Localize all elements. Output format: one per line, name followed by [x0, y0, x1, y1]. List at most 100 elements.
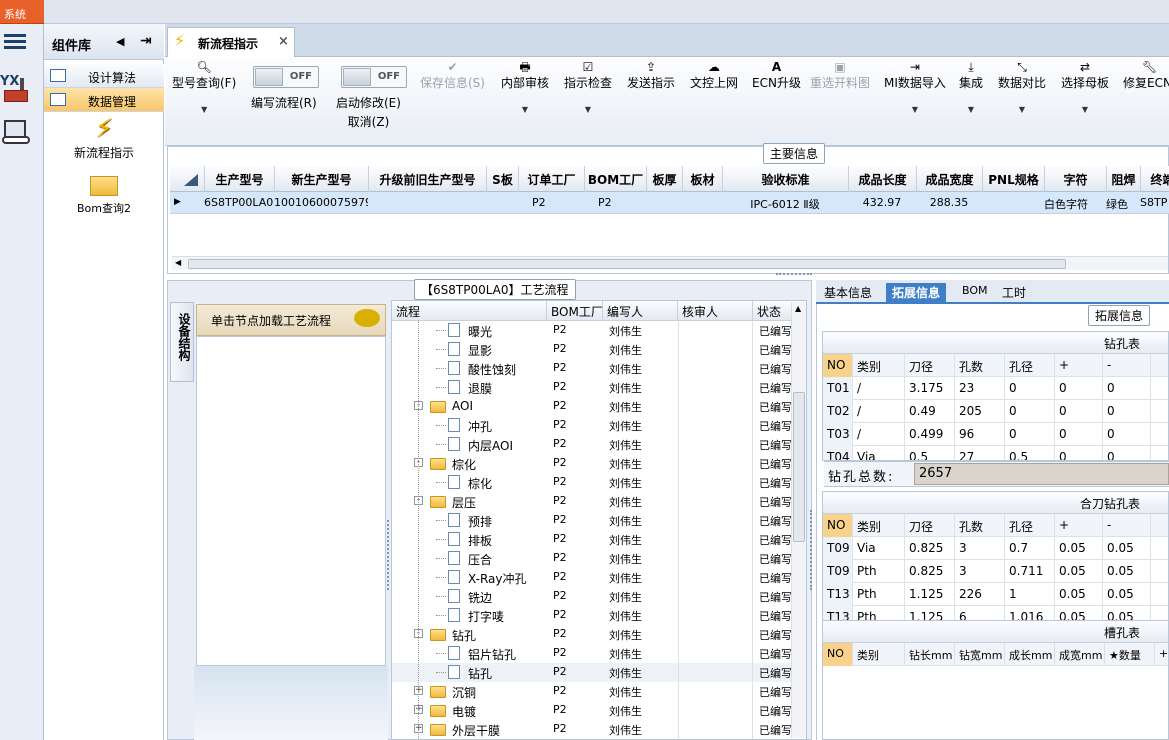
reopen-drawing-button[interactable]: ▣ 重选开料图 — [810, 60, 870, 91]
column-header[interactable]: 字符 — [1045, 166, 1107, 192]
pin-icon[interactable]: ⇥ — [140, 33, 152, 49]
column-header[interactable]: - — [1103, 514, 1151, 537]
column-header[interactable]: 成长mm — [1005, 643, 1055, 666]
tab-close-icon[interactable]: × — [278, 34, 289, 49]
column-header[interactable]: PNL规格 — [983, 166, 1045, 192]
tile-new-flow[interactable]: ⚡ 新流程指示 — [44, 114, 164, 170]
column-header[interactable]: 编写人 — [603, 301, 678, 321]
table-row[interactable]: T09 Pth 0.825 3 0.711 0.05 0.05 — [823, 560, 1168, 583]
table-row[interactable]: T04 Via 0.5 27 0.5 0 0 — [823, 446, 1168, 460]
table-row[interactable]: T03/0.499 96 0 0 0 — [823, 423, 1168, 446]
tree-node[interactable]: 排板 P2 刘伟生 已编写 — [392, 530, 792, 549]
table-row[interactable]: ▶ 6S8TP00LA0 10010600075979 P2 P2 IPC-6012 Ⅱ… — [170, 192, 1169, 214]
table-row[interactable]: T09 Via 0.825 3 0.7 0.05 0.05 — [823, 537, 1168, 560]
vertical-scrollbar[interactable]: ▲ — [791, 302, 806, 738]
column-header[interactable]: 孔径 — [1005, 354, 1055, 377]
table-row[interactable]: T13 Pth 1.125 6 1.016 0.05 0.05 — [823, 606, 1168, 620]
tree-node[interactable]: 曝光 P2 刘伟生 已编写 — [392, 321, 792, 340]
tree-node[interactable]: 显影 P2 刘伟生 已编写 — [392, 340, 792, 359]
tree-node[interactable]: 压合 P2 刘伟生 已编写 — [392, 549, 792, 568]
column-header[interactable]: + — [1055, 354, 1103, 377]
tile-bom-query[interactable]: Bom查询2 — [44, 172, 164, 222]
table-row[interactable]: T02/0.49 205 0 0 0 — [823, 400, 1168, 423]
column-header[interactable]: 类别 — [853, 643, 905, 666]
tree-node[interactable]: 铝片钻孔 P2 刘伟生 已编写 — [392, 644, 792, 663]
column-header[interactable]: BOM工厂 — [547, 301, 603, 321]
column-header[interactable]: 订单工厂 — [519, 166, 585, 192]
scrollbar-thumb[interactable] — [793, 392, 805, 542]
tree-node[interactable]: 棕化 P2 刘伟生 已编写 — [392, 473, 792, 492]
table-row[interactable]: T13 Pth 1.125 226 1 0.05 0.05 — [823, 583, 1168, 606]
column-header[interactable]: 终端客 — [1141, 166, 1169, 192]
column-header[interactable]: 钻长mm — [905, 643, 955, 666]
select-motherboard-button[interactable]: ⇄ 选择母板 ▼ — [1061, 60, 1109, 114]
column-header[interactable]: 升级前旧生产型号 — [369, 166, 487, 192]
column-header[interactable]: 钻宽mm — [955, 643, 1005, 666]
tab-new-flow[interactable]: ⚡ 新流程指示 × — [167, 27, 295, 57]
doc-upload-button[interactable]: ☁ 文控上网 — [690, 60, 738, 91]
column-header[interactable]: 成品宽度 — [917, 166, 983, 192]
column-header[interactable]: 成宽mm — [1055, 643, 1105, 666]
tree-node[interactable]: + 电镀 P2 刘伟生 已编写 — [392, 701, 792, 720]
column-header[interactable]: 阻焊 — [1107, 166, 1141, 192]
splitter-handle[interactable] — [810, 510, 814, 590]
column-header[interactable]: 刀径 — [905, 514, 955, 537]
column-header[interactable]: 流程 — [392, 301, 547, 321]
tree-node[interactable]: - 层压 P2 刘伟生 已编写 — [392, 492, 792, 511]
tree-node[interactable]: + 外层干膜 P2 刘伟生 已编写 — [392, 720, 792, 739]
column-header[interactable]: 孔数 — [955, 514, 1005, 537]
column-header[interactable]: 生产型号 — [205, 166, 275, 192]
model-query-button[interactable]: 🔍︎ 型号查询(F) ▼ — [172, 60, 236, 114]
column-header[interactable]: 板材 — [683, 166, 723, 192]
hole-total-field[interactable]: 2657 — [914, 463, 1169, 485]
scroll-up-icon[interactable]: ▲ — [795, 304, 801, 313]
edit-flow-toggle[interactable]: OFF — [253, 66, 319, 88]
tree-node[interactable]: 退膜 P2 刘伟生 已编写 — [392, 378, 792, 397]
column-header[interactable]: BOM工厂 — [585, 166, 647, 192]
column-header[interactable]: NO — [823, 643, 853, 666]
start-modify-toggle[interactable]: OFF — [341, 66, 407, 88]
device-structure-tree[interactable] — [196, 336, 386, 666]
calculator-icon[interactable] — [2, 118, 32, 148]
scroll-left-icon[interactable]: ◀ — [175, 258, 181, 267]
library-item-data-management[interactable]: 数据管理 — [44, 88, 164, 112]
table-row[interactable]: T01/3.175 23 0 0 0 — [823, 377, 1168, 400]
column-header[interactable]: 类别 — [853, 514, 905, 537]
save-info-button[interactable]: ✔ 保存信息(S) — [420, 60, 485, 91]
instruction-check-button[interactable]: ☑ 指示检查 ▼ — [564, 60, 612, 114]
column-header[interactable]: 板厚 — [647, 166, 683, 192]
hamburger-menu-icon[interactable] — [4, 32, 26, 50]
tree-node[interactable]: - 棕化 P2 刘伟生 已编写 — [392, 454, 792, 473]
column-header[interactable]: 核审人 — [678, 301, 753, 321]
column-header[interactable]: ★数量 — [1105, 643, 1155, 666]
tab-work-hours[interactable]: 工时 — [996, 283, 1032, 304]
column-header[interactable]: 新生产型号 — [275, 166, 369, 192]
tree-node[interactable]: 打字唛 P2 刘伟生 已编写 — [392, 606, 792, 625]
splitter-grip[interactable] — [776, 273, 812, 276]
tree-node[interactable]: 内层AOI P2 刘伟生 已编写 — [392, 435, 792, 454]
column-header[interactable]: 类别 — [853, 354, 905, 377]
column-header[interactable]: NO — [823, 354, 853, 377]
repair-ecn-button[interactable]: 🔧︎ 修复ECN- — [1123, 60, 1169, 91]
column-header[interactable]: S板 — [487, 166, 519, 192]
column-header[interactable]: + — [1055, 514, 1103, 537]
column-header[interactable]: NO — [823, 514, 853, 537]
collapse-left-icon[interactable]: ◀ — [116, 35, 124, 48]
column-header[interactable]: 孔数 — [955, 354, 1005, 377]
tab-basic-info[interactable]: 基本信息 — [818, 283, 878, 304]
tree-node[interactable]: + 沉铜 P2 刘伟生 已编写 — [392, 682, 792, 701]
column-header[interactable]: 孔径 — [1005, 514, 1055, 537]
internal-review-button[interactable]: 🖶 内部审核 ▼ — [501, 60, 549, 114]
library-item-design-algorithm[interactable]: 设计算法 — [44, 64, 164, 88]
tree-node[interactable]: - 钻孔 P2 刘伟生 已编写 — [392, 625, 792, 644]
send-instruction-button[interactable]: ⇪ 发送指示 — [627, 60, 675, 91]
column-header[interactable]: 刀径 — [905, 354, 955, 377]
column-header[interactable]: 验收标准 — [723, 166, 849, 192]
integrate-button[interactable]: ⤓ 集成 ▼ — [959, 60, 983, 114]
data-compare-button[interactable]: ⤡ 数据对比 ▼ — [998, 60, 1046, 114]
mi-import-button[interactable]: ⇥ MI数据导入 ▼ — [884, 60, 946, 114]
tree-node[interactable]: 冲孔 P2 刘伟生 已编写 — [392, 416, 792, 435]
tree-node[interactable]: 钻孔 P2 刘伟生 已编写 — [392, 663, 792, 682]
tab-device-structure[interactable]: 设备结构 — [170, 302, 194, 382]
tree-node[interactable]: - AOI P2 刘伟生 已编写 — [392, 397, 792, 416]
